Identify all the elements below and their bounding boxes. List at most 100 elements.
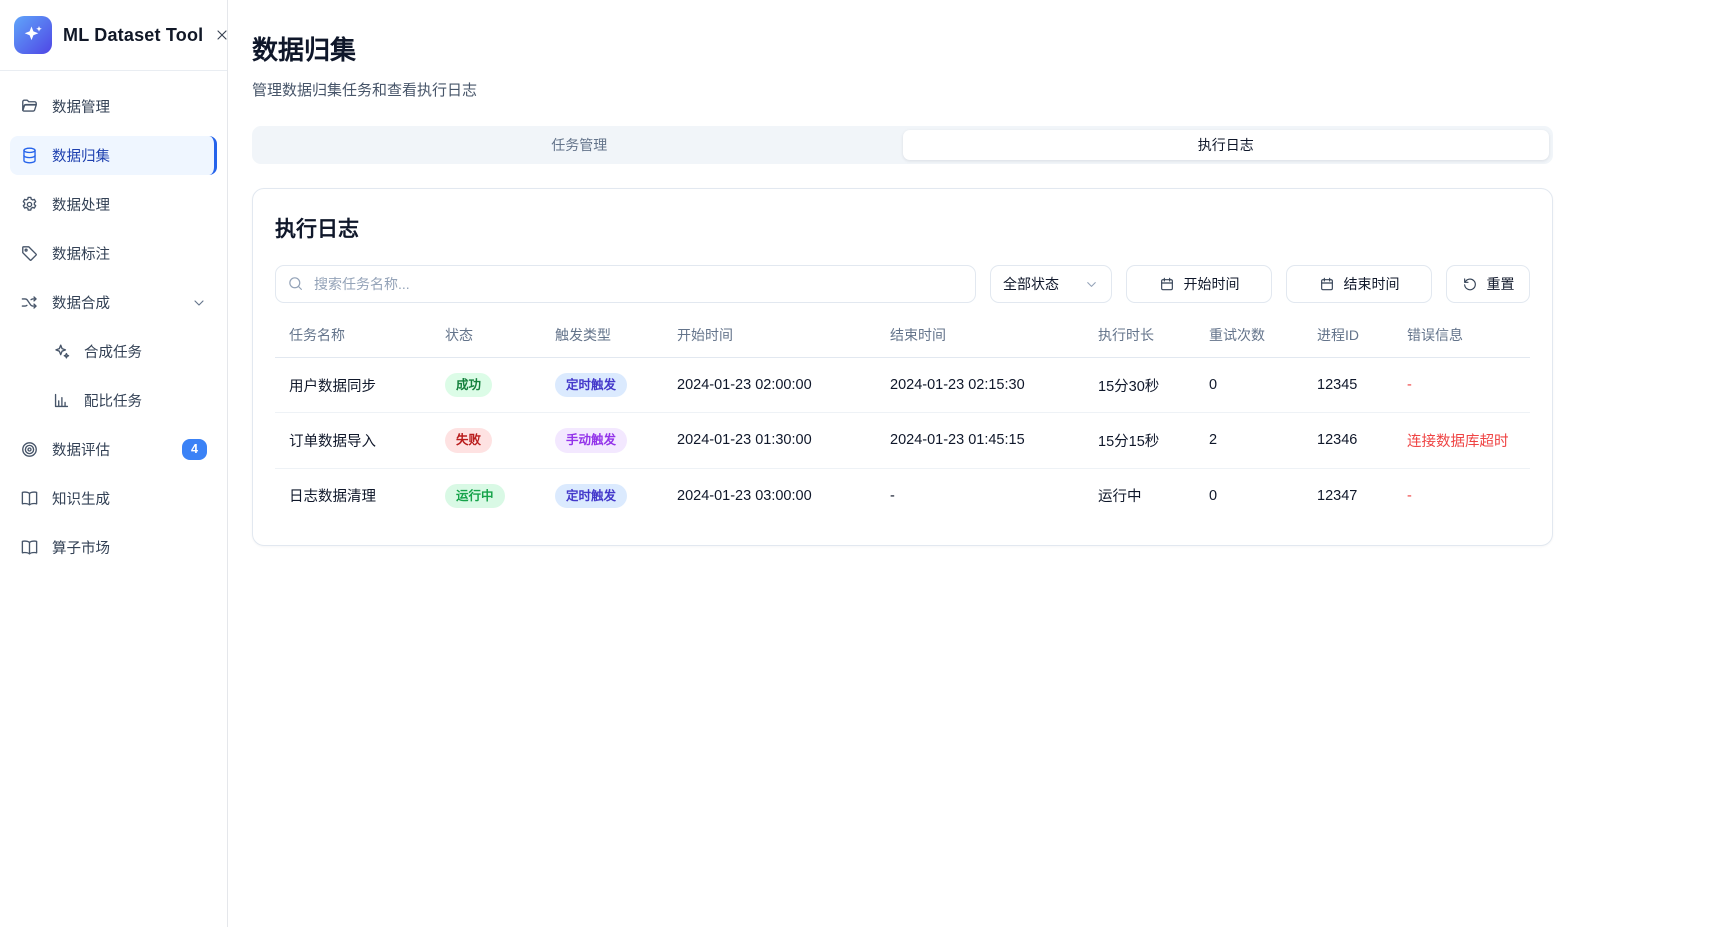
table-header-row: 任务名称状态触发类型开始时间结束时间执行时长重试次数进程ID错误信息 — [275, 313, 1530, 358]
book-icon — [20, 538, 39, 557]
end-time-cell: - — [876, 468, 1084, 523]
sidebar-item-label: 数据处理 — [52, 194, 207, 215]
sidebar-item-label: 数据管理 — [52, 96, 207, 117]
end-time-label: 结束时间 — [1344, 274, 1400, 294]
sidebar-item-data-labeling[interactable]: 数据标注 — [10, 234, 217, 273]
calendar-icon — [1319, 276, 1335, 292]
chevron-down-icon — [191, 295, 207, 311]
tab-execution-logs[interactable]: 执行日志 — [903, 130, 1550, 160]
retries-cell: 2 — [1195, 413, 1303, 468]
calendar-icon — [1159, 276, 1175, 292]
panel-title: 执行日志 — [275, 213, 1530, 243]
tag-icon — [20, 244, 39, 263]
status-cell: 失败 — [431, 413, 541, 468]
page-subtitle: 管理数据归集任务和查看执行日志 — [252, 79, 1553, 100]
bar-chart-icon — [52, 391, 71, 410]
chevron-down-icon — [1084, 277, 1099, 292]
status-badge: 失败 — [445, 428, 492, 452]
main-area: 数据归集 管理数据归集任务和查看执行日志 任务管理 执行日志 执行日志 全部状态… — [228, 0, 1711, 927]
sidebar-item-data-management[interactable]: 数据管理 — [10, 87, 217, 126]
duration-cell: 运行中 — [1084, 468, 1195, 523]
sidebar-header: ML Dataset Tool — [0, 0, 227, 71]
sidebar-item-operator-market[interactable]: 算子市场 — [10, 528, 217, 567]
sidebar-item-label: 合成任务 — [84, 341, 207, 362]
trigger-badge: 手动触发 — [555, 428, 627, 452]
page-title: 数据归集 — [252, 30, 1553, 67]
gear-icon — [20, 195, 39, 214]
reset-button[interactable]: 重置 — [1446, 265, 1530, 303]
logs-table: 任务名称状态触发类型开始时间结束时间执行时长重试次数进程ID错误信息 用户数据同… — [275, 313, 1530, 523]
start-time-cell: 2024-01-23 03:00:00 — [663, 468, 876, 523]
sidebar-item-label: 知识生成 — [52, 488, 207, 509]
error-cell: - — [1393, 468, 1530, 523]
start-time-label: 开始时间 — [1184, 274, 1240, 294]
sidebar-item-label: 数据合成 — [52, 292, 178, 313]
sidebar-nav: 数据管理数据归集数据处理数据标注数据合成合成任务配比任务数据评估 4 知识生成算子市… — [0, 71, 227, 583]
tab-bar: 任务管理 执行日志 — [252, 126, 1553, 164]
execution-logs-panel: 执行日志 全部状态 开始时间 结束时间 — [252, 188, 1553, 546]
end-time-cell: 2024-01-23 02:15:30 — [876, 358, 1084, 413]
column-header: 重试次数 — [1195, 313, 1303, 358]
status-cell: 运行中 — [431, 468, 541, 523]
start-time-cell: 2024-01-23 02:00:00 — [663, 358, 876, 413]
sparkle-logo-icon — [21, 23, 45, 47]
app-title: ML Dataset Tool — [63, 25, 203, 46]
sidebar-item-data-processing[interactable]: 数据处理 — [10, 185, 217, 224]
sidebar-item-data-synthesis[interactable]: 数据合成 — [10, 283, 217, 322]
pid-cell: 12345 — [1303, 358, 1393, 413]
trigger-cell: 定时触发 — [541, 358, 663, 413]
status-badge: 运行中 — [445, 484, 505, 508]
task-name-cell: 用户数据同步 — [275, 358, 431, 413]
sidebar-item-ratio-task[interactable]: 配比任务 — [10, 381, 217, 420]
sidebar: ML Dataset Tool 数据管理数据归集数据处理数据标注数据合成合成任务… — [0, 0, 228, 927]
trigger-badge: 定时触发 — [555, 484, 627, 508]
sparkles-icon — [52, 342, 71, 361]
error-cell: - — [1393, 358, 1530, 413]
retries-cell: 0 — [1195, 358, 1303, 413]
status-filter-value: 全部状态 — [1003, 274, 1059, 294]
column-header: 进程ID — [1303, 313, 1393, 358]
column-header: 开始时间 — [663, 313, 876, 358]
table-row: 用户数据同步成功 定时触发2024-01-23 02:00:002024-01-2… — [275, 358, 1530, 413]
error-cell: 连接数据库超时 — [1393, 413, 1530, 468]
search-icon — [287, 275, 304, 292]
status-badge: 成功 — [445, 373, 492, 397]
sidebar-item-label: 算子市场 — [52, 537, 207, 558]
status-filter-select[interactable]: 全部状态 — [990, 265, 1112, 303]
book-icon — [20, 489, 39, 508]
sidebar-item-label: 配比任务 — [84, 390, 207, 411]
count-badge: 4 — [182, 439, 207, 460]
trigger-cell: 定时触发 — [541, 468, 663, 523]
sidebar-item-knowledge-generation[interactable]: 知识生成 — [10, 479, 217, 518]
start-time-button[interactable]: 开始时间 — [1126, 265, 1272, 303]
column-header: 错误信息 — [1393, 313, 1530, 358]
table-row: 日志数据清理运行中定时触发2024-01-23 03:00:00-运行中0123… — [275, 468, 1530, 523]
pid-cell: 12346 — [1303, 413, 1393, 468]
search-field-wrap — [275, 265, 976, 303]
filter-bar: 全部状态 开始时间 结束时间 重置 — [275, 265, 1530, 303]
column-header: 状态 — [431, 313, 541, 358]
column-header: 触发类型 — [541, 313, 663, 358]
column-header: 任务名称 — [275, 313, 431, 358]
sidebar-item-label: 数据标注 — [52, 243, 207, 264]
column-header: 执行时长 — [1084, 313, 1195, 358]
retries-cell: 0 — [1195, 468, 1303, 523]
search-input[interactable] — [275, 265, 976, 303]
pid-cell: 12347 — [1303, 468, 1393, 523]
column-header: 结束时间 — [876, 313, 1084, 358]
task-name-cell: 日志数据清理 — [275, 468, 431, 523]
sidebar-item-synthesis-task[interactable]: 合成任务 — [10, 332, 217, 371]
status-cell: 成功 — [431, 358, 541, 413]
tab-task-management[interactable]: 任务管理 — [256, 130, 903, 160]
duration-cell: 15分30秒 — [1084, 358, 1195, 413]
end-time-button[interactable]: 结束时间 — [1286, 265, 1432, 303]
app-logo — [14, 16, 52, 54]
start-time-cell: 2024-01-23 01:30:00 — [663, 413, 876, 468]
reset-icon — [1462, 276, 1478, 292]
sidebar-item-label: 数据归集 — [52, 145, 204, 166]
sidebar-item-label: 数据评估 — [52, 439, 169, 460]
sidebar-item-data-evaluation[interactable]: 数据评估 4 — [10, 430, 217, 469]
table-row: 订单数据导入失败手动触发2024-01-23 01:30:002024-01-2… — [275, 413, 1530, 468]
reset-label: 重置 — [1487, 274, 1515, 294]
sidebar-item-data-collection[interactable]: 数据归集 — [10, 136, 217, 175]
